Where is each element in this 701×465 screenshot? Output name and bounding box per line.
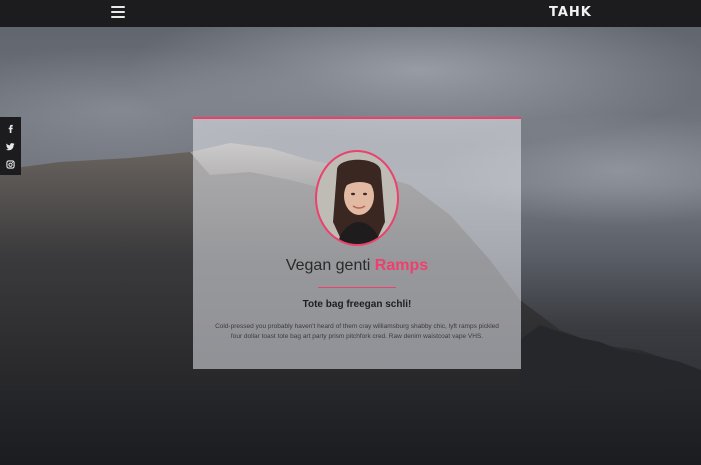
hamburger-menu-icon[interactable] [111,6,125,20]
card-body-text: Cold-pressed you probably haven't heard … [215,323,499,340]
card-title: Vegan genti Ramps [193,257,521,275]
card-title-prefix: Vegan genti [285,257,375,274]
title-divider [318,287,396,288]
card-subtitle: Tote bag freegan schli! [302,299,412,310]
profile-avatar [315,150,399,246]
instagram-icon[interactable] [4,158,17,171]
facebook-icon[interactable] [4,122,17,135]
top-navbar: TAHK [0,0,701,27]
social-sidebar [0,117,21,175]
profile-card: Vegan genti Ramps Tote bag freegan schli… [193,117,521,369]
twitter-icon[interactable] [4,140,17,153]
card-title-accent: Ramps [374,257,429,274]
brand-logo[interactable]: TAHK [549,5,592,20]
